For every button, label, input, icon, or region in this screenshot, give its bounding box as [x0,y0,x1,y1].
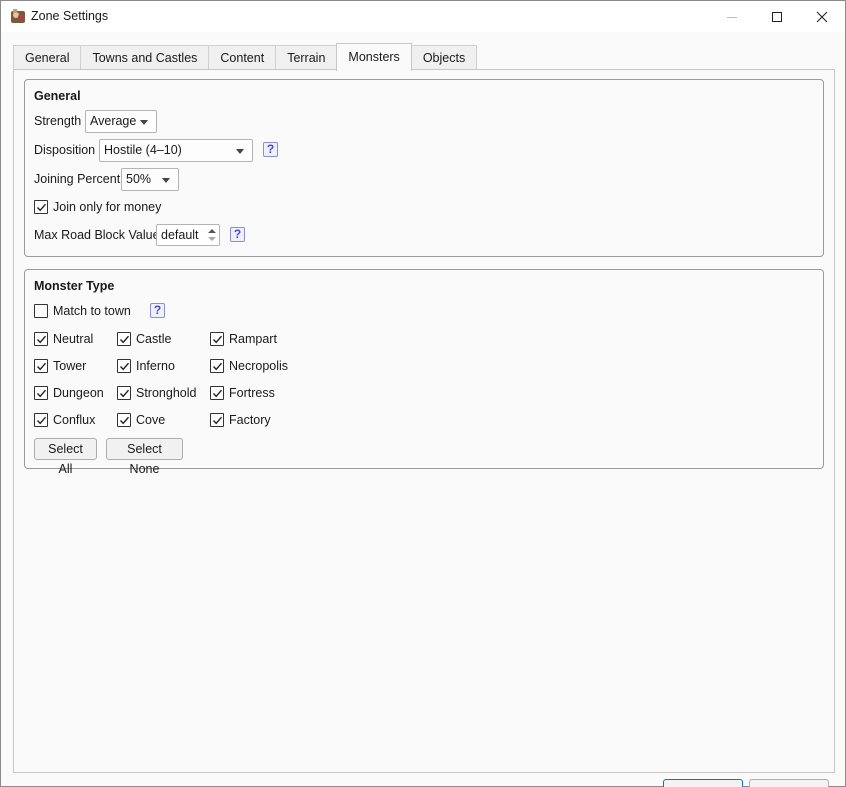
faction-checkbox-necropolis[interactable] [210,359,224,373]
faction-label-cove[interactable]: Cove [136,413,165,427]
maximize-icon [772,11,782,22]
faction-checkbox-cove[interactable] [117,413,131,427]
faction-checkbox-factory[interactable] [210,413,224,427]
checkmark-icon [36,389,47,398]
tab-towns-and-castles[interactable]: Towns and Castles [80,45,210,71]
monster-type-group-title: Monster Type [34,279,115,293]
match-town-checkbox[interactable] [34,304,48,318]
strength-select[interactable]: Average [85,110,157,133]
joining-percent-select[interactable]: 50% [121,168,179,191]
faction-checkbox-neutral[interactable] [34,332,48,346]
title-bar: Zone Settings [1,1,845,32]
checkmark-icon [212,335,223,344]
faction-label-dungeon[interactable]: Dungeon [53,386,104,400]
strength-label: Strength [34,114,82,128]
disposition-value: Hostile (4–10) [104,143,182,157]
max-road-block-spinner[interactable]: default [156,224,220,246]
close-button[interactable] [799,1,845,32]
strength-value: Average [90,114,137,128]
checkmark-icon [36,416,47,425]
disposition-label: Disposition [34,143,96,157]
tab-bar: General Towns and Castles Content Terrai… [13,43,478,71]
tab-terrain[interactable]: Terrain [275,45,338,71]
faction-checkbox-rampart[interactable] [210,332,224,346]
faction-label-inferno[interactable]: Inferno [136,359,175,373]
disposition-select[interactable]: Hostile (4–10) [99,139,253,162]
faction-label-castle[interactable]: Castle [136,332,171,346]
faction-label-factory[interactable]: Factory [229,413,271,427]
joining-percent-value: 50% [126,172,152,186]
minimize-button[interactable] [709,1,755,32]
checkmark-icon [212,416,223,425]
join-money-checkbox[interactable] [34,200,48,214]
faction-label-fortress[interactable]: Fortress [229,386,275,400]
tab-general[interactable]: General [13,45,82,71]
disposition-help-icon[interactable]: ? [263,142,278,157]
checkmark-icon [36,362,47,371]
spin-up-icon[interactable] [208,229,216,233]
checkmark-icon [36,335,47,344]
app-icon [10,8,26,24]
joining-percent-label: Joining Percent [34,172,121,186]
select-none-button[interactable]: Select None [106,438,183,476]
max-road-block-label: Max Road Block Value [34,228,160,242]
faction-checkbox-dungeon[interactable] [34,386,48,400]
checkmark-icon [212,362,223,371]
faction-checkbox-fortress[interactable] [210,386,224,400]
faction-label-neutral[interactable]: Neutral [53,332,93,346]
chevron-down-icon [140,120,148,125]
match-town-label[interactable]: Match to town [53,304,131,318]
checkmark-icon [36,203,47,212]
window-title: Zone Settings [31,9,109,23]
ok-button[interactable] [663,779,743,787]
faction-checkbox-castle[interactable] [117,332,131,346]
checkmark-icon [119,416,130,425]
faction-label-necropolis[interactable]: Necropolis [229,359,288,373]
tab-monsters[interactable]: Monsters [336,43,412,71]
zone-settings-window: Zone Settings General Towns and Castles … [0,0,846,787]
max-road-block-value: default [161,228,199,242]
join-money-label[interactable]: Join only for money [53,200,161,214]
minimize-icon [727,16,737,18]
close-icon [816,11,828,22]
faction-label-tower[interactable]: Tower [53,359,86,373]
maximize-button[interactable] [754,1,800,32]
faction-checkbox-stronghold[interactable] [117,386,131,400]
faction-label-rampart[interactable]: Rampart [229,332,277,346]
chevron-down-icon [162,178,170,183]
checkmark-icon [119,335,130,344]
checkmark-icon [212,389,223,398]
general-group-title: General [34,89,81,103]
faction-label-stronghold[interactable]: Stronghold [136,386,196,400]
select-all-button[interactable]: Select All [34,438,97,476]
faction-checkbox-tower[interactable] [34,359,48,373]
checkmark-icon [119,389,130,398]
chevron-down-icon [236,149,244,154]
spin-down-icon[interactable] [208,237,216,241]
cancel-button[interactable] [749,779,829,787]
spinner-buttons[interactable] [205,225,219,245]
faction-label-conflux[interactable]: Conflux [53,413,95,427]
tab-content[interactable]: Content [208,45,277,71]
match-town-help-icon[interactable]: ? [150,303,165,318]
faction-checkbox-conflux[interactable] [34,413,48,427]
max-road-help-icon[interactable]: ? [230,227,245,242]
checkmark-icon [119,362,130,371]
tab-objects[interactable]: Objects [410,45,478,71]
faction-checkbox-inferno[interactable] [117,359,131,373]
